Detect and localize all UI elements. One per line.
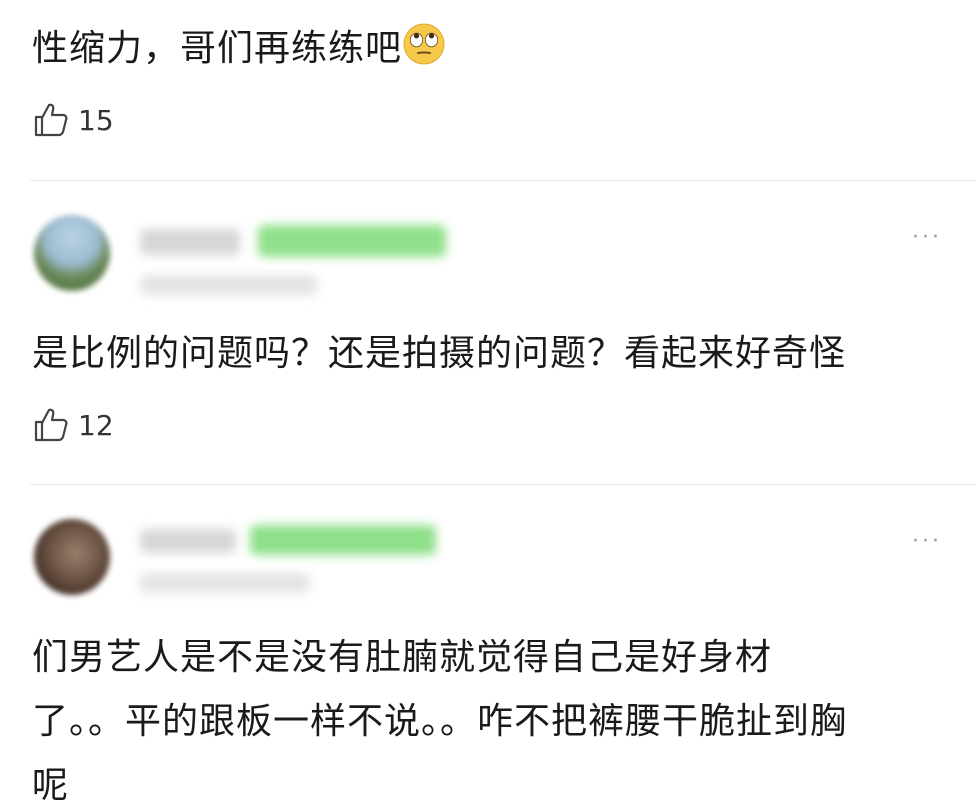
- username-blurred[interactable]: [140, 229, 240, 255]
- more-options-button[interactable]: ···: [912, 529, 942, 554]
- comment-3-line-3: 呢: [32, 765, 70, 806]
- rolling-eyes-emoji-icon: [403, 23, 445, 65]
- comment-1-text: 性缩力，哥们再练练吧: [32, 22, 446, 74]
- like-button[interactable]: 12: [32, 405, 114, 445]
- like-button[interactable]: 15: [32, 100, 114, 140]
- badge-blurred: [250, 525, 436, 555]
- avatar[interactable]: [34, 215, 110, 291]
- more-options-button[interactable]: ···: [912, 225, 942, 250]
- timestamp-blurred: [140, 275, 318, 295]
- thumbs-up-icon: [34, 408, 68, 442]
- thumbs-up-icon: [34, 103, 68, 137]
- comment-3-line-2: 了。。平的跟板一样不说。。咋不把裤腰干脆扯到胸: [32, 701, 848, 742]
- divider: [30, 484, 976, 485]
- avatar[interactable]: [34, 519, 110, 595]
- comment-2-text: 是比例的问题吗？还是拍摄的问题？看起来好奇怪: [32, 333, 847, 374]
- timestamp-blurred: [140, 573, 310, 593]
- username-blurred[interactable]: [140, 529, 236, 553]
- comment-1-body: 性缩力，哥们再练练吧: [32, 28, 403, 69]
- like-count: 15: [78, 103, 114, 137]
- divider: [30, 180, 976, 181]
- badge-blurred: [258, 225, 446, 257]
- like-count: 12: [78, 408, 114, 442]
- comment-3-line-1: 们男艺人是不是没有肚腩就觉得自己是好身材: [32, 637, 773, 678]
